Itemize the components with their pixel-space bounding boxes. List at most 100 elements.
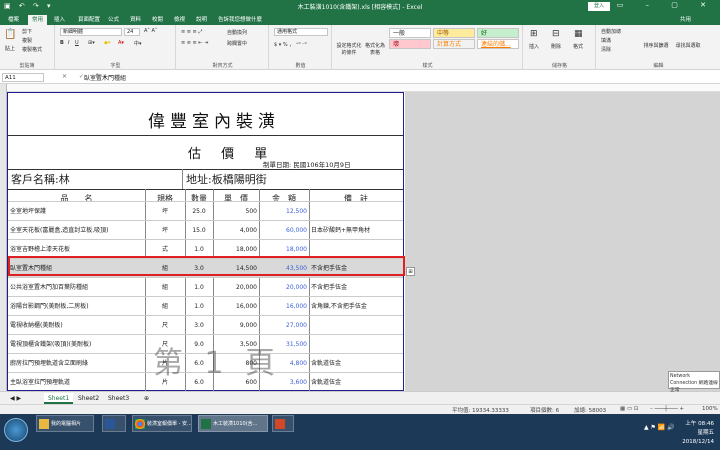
tab-view[interactable]: 檢視 bbox=[170, 15, 189, 25]
tab-review[interactable]: 校閱 bbox=[148, 15, 167, 25]
zoom-level[interactable]: 100% bbox=[702, 406, 718, 412]
name-box[interactable]: A11 bbox=[2, 73, 44, 82]
cell-note[interactable]: 含軌道伍金 bbox=[311, 354, 403, 373]
insert-cells-button[interactable]: 插入 bbox=[529, 43, 539, 50]
tab-file[interactable]: 檔案 bbox=[4, 15, 23, 25]
quick-access-toolbar[interactable]: ▣ ↶ ↷ ▾ bbox=[4, 2, 54, 10]
style-bad[interactable]: 壞 bbox=[389, 39, 431, 49]
cell-note[interactable] bbox=[311, 316, 403, 335]
cell-name[interactable]: 主臥浴室拉門預埋軌道 bbox=[10, 373, 144, 392]
cell-name[interactable]: 浴陽台影鋼門(美耐板,二房板) bbox=[10, 297, 144, 316]
style-good[interactable]: 好 bbox=[477, 28, 519, 38]
cell-unit[interactable]: 坪 bbox=[145, 221, 185, 240]
merge-center-button[interactable]: 跨欄置中 bbox=[227, 40, 247, 47]
cell-name[interactable]: 電視收納櫃(美耐板) bbox=[10, 316, 144, 335]
table-row[interactable]: 公共浴室置木門加百葉防種組組 1.0 20,000 20,000 不含把手伍金 bbox=[8, 277, 403, 296]
format-as-table-button[interactable]: 格式化為表格 bbox=[363, 42, 387, 56]
taskbar-item-folder[interactable]: 我的電腦相片 bbox=[36, 415, 94, 432]
table-row[interactable]: 全室天花板(富麗盒,造直封立板,吸頂) 坪 15.0 4,000 60,000 日本矽酸鈣… bbox=[8, 220, 403, 239]
italic-button[interactable]: I bbox=[68, 40, 69, 46]
clock[interactable]: 上午 08:46 星期五 2018/12/14 bbox=[682, 420, 714, 447]
cell-amount[interactable]: 16,000 bbox=[259, 297, 307, 316]
currency-icon[interactable]: $ ▾ % ， ⁺⁰ ⁻⁰ bbox=[274, 41, 307, 48]
cell-price[interactable]: 20,000 bbox=[213, 278, 257, 297]
cell-amount[interactable]: 27,000 bbox=[259, 316, 307, 335]
cell-amount[interactable]: 12,500 bbox=[259, 202, 307, 221]
format-cells-icon[interactable]: ▦ bbox=[574, 29, 583, 39]
sort-filter-button[interactable]: 排序與篩選 bbox=[643, 42, 669, 49]
tell-me-search[interactable]: 告訴我您想做什麼 bbox=[214, 15, 266, 25]
sheet-tab-3[interactable]: Sheet3 bbox=[104, 393, 133, 404]
table-row[interactable]: 電視收納櫃(美耐板) 尺 3.0 9,000 27,000 bbox=[8, 315, 403, 334]
cell-qty[interactable]: 25.0 bbox=[185, 202, 213, 221]
table-row[interactable]: 浴陽台影鋼門(美耐板,二房板) 組 1.0 16,000 16,000 含角鍊,不含把手伍… bbox=[8, 296, 403, 315]
cell-note[interactable]: 含角鍊,不含把手伍金 bbox=[311, 297, 403, 316]
delete-cells-button[interactable]: 刪除 bbox=[551, 43, 561, 50]
font-size-select[interactable]: 24 bbox=[124, 28, 140, 36]
font-color-icon[interactable]: A▾ bbox=[118, 40, 124, 46]
add-sheet-icon[interactable]: ⊕ bbox=[140, 393, 153, 404]
style-linked-cell[interactable]: 連結的儲... bbox=[477, 39, 519, 49]
quick-analysis-icon[interactable]: ⊞ bbox=[406, 267, 415, 276]
view-buttons[interactable]: ▦ ▭ ⊡ bbox=[620, 406, 639, 412]
window-controls[interactable]: ▭ – ▢ ✕ bbox=[617, 1, 716, 9]
taskbar-item-excel[interactable]: 木工裝潢1010(含... bbox=[198, 415, 268, 432]
cell-price[interactable]: 16,000 bbox=[213, 297, 257, 316]
sheet-tab-2[interactable]: Sheet2 bbox=[74, 393, 103, 404]
cell-qty[interactable]: 15.0 bbox=[185, 221, 213, 240]
sheet-tab-1[interactable]: Sheet1 bbox=[44, 393, 74, 404]
tab-page-layout[interactable]: 頁面配置 bbox=[74, 15, 104, 25]
bold-button[interactable]: B bbox=[60, 40, 64, 46]
style-calculation[interactable]: 計算方式 bbox=[433, 39, 475, 49]
cut-button[interactable]: 剪下 bbox=[22, 28, 32, 35]
copy-button[interactable]: 複製 bbox=[22, 37, 32, 44]
font-name-select[interactable]: 新細明體 bbox=[60, 28, 122, 36]
cell-note[interactable] bbox=[311, 202, 403, 221]
start-button[interactable] bbox=[4, 418, 28, 442]
paste-button[interactable]: 貼上 bbox=[5, 45, 15, 52]
cell-unit[interactable]: 組 bbox=[145, 297, 185, 316]
fill-button[interactable]: 填滿 bbox=[601, 37, 611, 44]
cell-unit[interactable]: 組 bbox=[145, 278, 185, 297]
cell-note[interactable]: 日本矽酸鈣+無甲角材 bbox=[311, 221, 403, 240]
taskbar-item-word[interactable] bbox=[102, 415, 126, 432]
zoom-slider[interactable]: – ───┼─── + bbox=[650, 406, 684, 412]
tray-icons[interactable]: ▲ ⚑ 📶 🔊 bbox=[644, 424, 675, 431]
insert-cells-icon[interactable]: ⊞ bbox=[530, 29, 538, 39]
fill-color-icon[interactable]: ◆▾ bbox=[104, 40, 110, 46]
tab-help[interactable]: 說明 bbox=[192, 15, 211, 25]
format-painter-button[interactable]: 複製格式 bbox=[22, 46, 42, 53]
paste-icon[interactable]: 📋 bbox=[4, 29, 16, 40]
tab-insert[interactable]: 插入 bbox=[50, 15, 69, 25]
cell-name[interactable]: 廚房拉門預埋軌道含立面刷綠 bbox=[10, 354, 144, 373]
phonetic-icon[interactable]: 中▾ bbox=[134, 40, 142, 47]
share-button[interactable]: 共用 bbox=[676, 15, 695, 25]
cell-amount[interactable]: 20,000 bbox=[259, 278, 307, 297]
font-grow-icon[interactable]: A˄ A˅ bbox=[144, 28, 157, 34]
cell-qty[interactable]: 3.0 bbox=[185, 316, 213, 335]
tab-data[interactable]: 資料 bbox=[126, 15, 145, 25]
cell-note[interactable]: 不含把手伍金 bbox=[311, 278, 403, 297]
worksheet[interactable]: 偉豐室內裝潢 估 價 單 制單日期: 民國106年10月9日 客戶名稱:林 地址… bbox=[0, 84, 720, 392]
cell-unit[interactable]: 坪 bbox=[145, 202, 185, 221]
sheet-nav-icon[interactable]: ◀ ▶ bbox=[6, 393, 25, 404]
conditional-format-button[interactable]: 設定格式化的條件 bbox=[336, 42, 362, 56]
find-select-button[interactable]: 尋找與選取 bbox=[675, 42, 701, 49]
table-row[interactable]: 全室地坪保護坪 25.0 500 12,500 bbox=[8, 201, 403, 220]
taskbar-item-powerpoint[interactable] bbox=[272, 415, 294, 432]
autosum-button[interactable]: 自動加總 bbox=[601, 28, 621, 35]
cell-note[interactable] bbox=[311, 335, 403, 354]
cell-price[interactable]: 500 bbox=[213, 202, 257, 221]
cell-unit[interactable]: 尺 bbox=[145, 316, 185, 335]
login-button[interactable]: 登入 bbox=[588, 2, 610, 11]
align-left-icon[interactable]: ≡ ≡ ≡ ⇤ ⇥ bbox=[181, 40, 208, 46]
wrap-text-button[interactable]: 自動換列 bbox=[227, 29, 247, 36]
cell-name[interactable]: 電視頂櫃含鐵架(吸頂)(美耐板) bbox=[10, 335, 144, 354]
clear-button[interactable]: 清除 bbox=[601, 46, 611, 53]
cell-name[interactable]: 全室天花板(富麗盒,造直封立板,吸頂) bbox=[10, 221, 144, 240]
underline-button[interactable]: U bbox=[75, 40, 79, 46]
align-top-icon[interactable]: ≡ ≡ ≡ ⤢ bbox=[181, 29, 202, 35]
cell-qty[interactable]: 1.0 bbox=[185, 278, 213, 297]
tab-formulas[interactable]: 公式 bbox=[104, 15, 123, 25]
tab-home[interactable]: 常用 bbox=[28, 15, 48, 25]
